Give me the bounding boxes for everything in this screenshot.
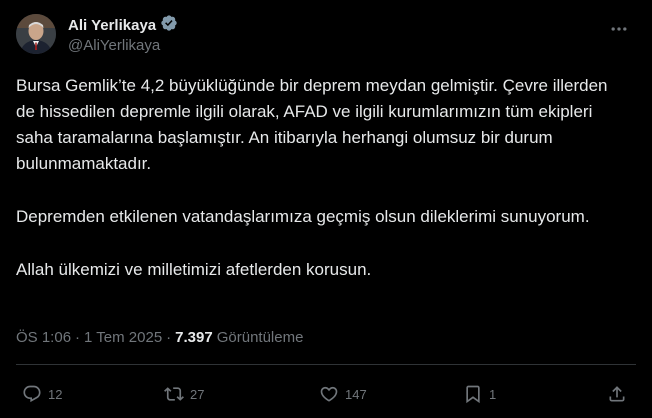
gray-verified-badge-icon[interactable] xyxy=(160,14,178,37)
author-display-name[interactable]: Ali Yerlikaya xyxy=(68,17,156,34)
tweet-paragraph: Allah ülkemizi ve milletimizi afetlerden… xyxy=(16,260,372,279)
heart-icon xyxy=(320,386,338,402)
action-bar: 12 27 147 1 xyxy=(16,376,636,412)
tweet-time[interactable]: ÖS 1:06 xyxy=(16,329,71,346)
tweet-paragraph: Depremden etkilenen vatandaşlarımıza geç… xyxy=(16,207,590,226)
name-row: Ali Yerlikaya xyxy=(68,14,178,37)
more-options-button[interactable] xyxy=(602,16,636,42)
meta-separator: · xyxy=(166,329,172,346)
tweet-text: Bursa Gemlik’te 4,2 büyüklüğünde bir dep… xyxy=(16,73,628,310)
repost-button[interactable]: 27 xyxy=(164,376,204,412)
views-count: 7.397 xyxy=(175,329,213,346)
views-label: Görüntüleme xyxy=(216,329,304,346)
bookmark-count: 1 xyxy=(489,386,497,402)
tweet-card: Ali Yerlikaya @AliYerlikaya Bursa Gemlik… xyxy=(0,0,652,418)
share-button[interactable] xyxy=(607,376,627,412)
more-dots-icon xyxy=(611,27,627,31)
reply-icon xyxy=(23,385,41,403)
meta-separator: · xyxy=(75,329,81,346)
bookmark-button[interactable]: 1 xyxy=(463,376,496,412)
repost-count: 27 xyxy=(190,386,205,402)
author-block: Ali Yerlikaya @AliYerlikaya xyxy=(68,14,178,54)
tweet-header: Ali Yerlikaya @AliYerlikaya xyxy=(16,12,636,60)
like-button[interactable]: 147 xyxy=(319,376,367,412)
repost-icon xyxy=(164,387,184,401)
tweet-date[interactable]: 1 Tem 2025 xyxy=(84,329,162,346)
tweet-paragraph: Bursa Gemlik’te 4,2 büyüklüğünde bir dep… xyxy=(16,76,608,173)
divider xyxy=(16,364,636,365)
tweet-meta: ÖS 1:06 · 1 Tem 2025 · 7.397 Görüntüleme xyxy=(16,329,303,346)
reply-button[interactable]: 12 xyxy=(22,376,62,412)
author-handle[interactable]: @AliYerlikaya xyxy=(68,37,178,54)
reply-count: 12 xyxy=(48,386,63,402)
share-icon xyxy=(609,386,625,402)
avatar[interactable] xyxy=(16,14,56,54)
like-count: 147 xyxy=(345,386,367,402)
bookmark-icon xyxy=(466,385,480,404)
